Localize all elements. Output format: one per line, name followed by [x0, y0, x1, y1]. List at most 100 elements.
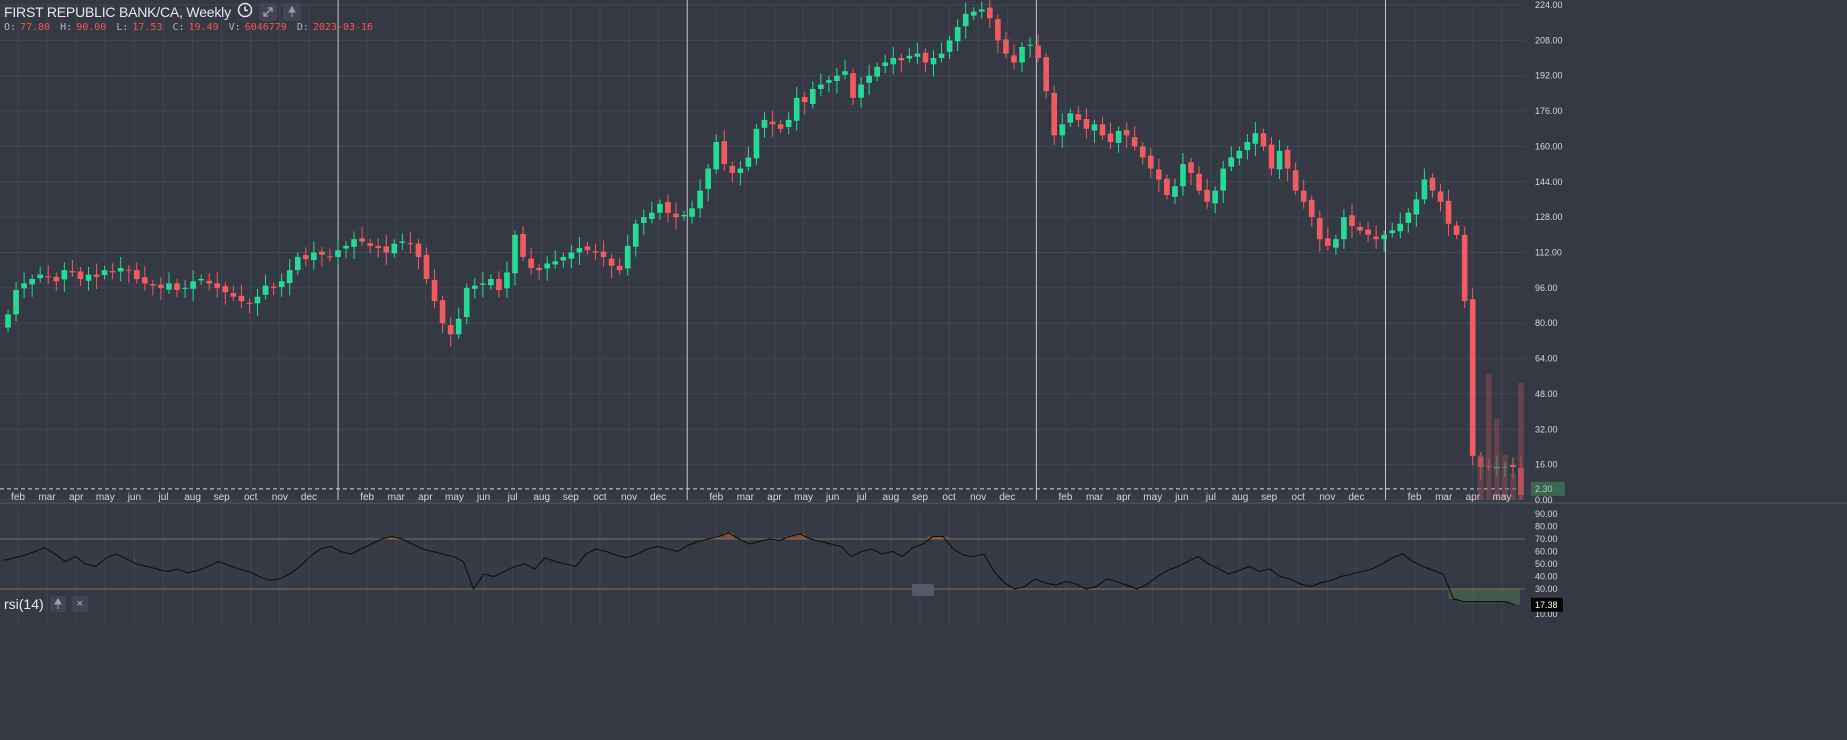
- candle-body: [1373, 236, 1379, 240]
- candle-body: [407, 243, 414, 245]
- candle-body: [327, 256, 333, 258]
- candle-body: [1381, 234, 1387, 240]
- candle-body: [1147, 155, 1154, 169]
- price-tick-label: 224.00: [1535, 0, 1563, 10]
- candle-body: [166, 283, 172, 290]
- candle-body: [383, 246, 390, 253]
- time-tick-label: mar: [38, 492, 56, 503]
- pin-icon[interactable]: [282, 3, 301, 21]
- time-tick-label: sep: [912, 492, 929, 503]
- rsi-line-path: [3, 532, 1515, 606]
- candle-body: [640, 217, 647, 223]
- candle-body: [1019, 46, 1025, 63]
- rsi-settings-icon[interactable]: [49, 596, 66, 612]
- volume-bar: [1494, 419, 1500, 500]
- time-tick-label: apr: [418, 492, 433, 503]
- candle-body: [182, 287, 188, 289]
- clock-icon[interactable]: [237, 2, 253, 23]
- candle-body: [1180, 164, 1186, 187]
- price-tick-label: 208.00: [1535, 35, 1563, 45]
- candle-body: [1268, 144, 1275, 169]
- last-price-label: 2.30: [1535, 484, 1553, 494]
- time-tick-label: nov: [1319, 492, 1335, 503]
- candle-body: [1043, 57, 1049, 92]
- rsi-tick-label: 70.00: [1535, 534, 1558, 544]
- candle-body: [351, 239, 357, 247]
- candle-body: [214, 283, 221, 288]
- low-key: L:: [116, 22, 129, 33]
- candle-body: [1107, 133, 1114, 143]
- time-tick-label: mar: [1086, 492, 1104, 503]
- candle-body: [914, 53, 921, 57]
- time-tick-label: aug: [184, 492, 201, 503]
- time-tick-label: mar: [388, 492, 406, 503]
- candle-body: [777, 124, 784, 129]
- candle-body: [834, 75, 840, 82]
- time-tick-label: dec: [301, 492, 317, 503]
- candle-body: [262, 285, 269, 295]
- candle-body: [1349, 215, 1355, 226]
- candle-body: [109, 271, 116, 273]
- time-tick-label: aug: [883, 492, 900, 503]
- rsi-oversold-fill: [1489, 589, 1500, 602]
- candle-body: [69, 271, 76, 273]
- candle-body: [150, 284, 156, 286]
- price-tick-label: 176.00: [1535, 106, 1563, 116]
- time-tick-label: oct: [942, 492, 956, 503]
- candle-body: [826, 80, 832, 83]
- candle-body: [512, 234, 518, 274]
- chart-header: FIRST REPUBLIC BANK/CA, Weekly: [4, 2, 301, 22]
- candle-body: [1228, 157, 1235, 167]
- candle-body: [858, 84, 864, 98]
- candle-body: [568, 252, 575, 259]
- candle-body: [938, 53, 945, 59]
- candle-body: [705, 168, 711, 189]
- expand-icon[interactable]: [258, 3, 277, 21]
- candle-body: [818, 84, 824, 89]
- candle-body: [600, 251, 607, 257]
- candle-body: [286, 270, 293, 283]
- open-key: O:: [4, 22, 17, 33]
- candle-body: [552, 261, 559, 265]
- candle-body: [375, 245, 382, 249]
- candle-body: [713, 142, 720, 170]
- time-tick-label: jun: [825, 492, 839, 503]
- candle-body: [463, 287, 470, 318]
- candle-body: [954, 27, 961, 42]
- symbol-title: FIRST REPUBLIC BANK/CA, Weekly: [4, 4, 231, 20]
- time-tick-label: aug: [533, 492, 550, 503]
- price-tick-label: 192.00: [1535, 71, 1563, 81]
- time-tick-label: apr: [767, 492, 782, 503]
- candle-body: [1051, 92, 1058, 136]
- rsi-close-icon[interactable]: ×: [71, 596, 88, 612]
- candle-body: [294, 256, 301, 271]
- rsi-header: rsi(14) ×: [4, 596, 88, 612]
- rsi-title: rsi(14): [4, 596, 44, 612]
- candle-body: [801, 96, 808, 103]
- price-chart[interactable]: 224.00 208.00 192.00 176.00 160.00 144.00 128.…: [0, 0, 1847, 740]
- time-tick-label: apr: [1116, 492, 1131, 503]
- candle-body: [1437, 191, 1444, 202]
- candle-body: [995, 19, 1001, 41]
- candle-body: [270, 286, 277, 288]
- time-tick-label: oct: [593, 492, 607, 503]
- pane-resize-handle[interactable]: [912, 584, 934, 596]
- candle-body: [1357, 226, 1363, 231]
- candle-body: [53, 276, 60, 282]
- candle-body: [230, 293, 237, 297]
- rsi-tick-label: 50.00: [1535, 559, 1558, 569]
- time-tick-label: aug: [1232, 492, 1249, 503]
- time-tick-label: sep: [563, 492, 580, 503]
- candle-body: [761, 119, 768, 128]
- candle-body: [125, 269, 132, 271]
- candle-body: [480, 283, 486, 285]
- time-tick-label: nov: [970, 492, 986, 503]
- candle-body: [1204, 189, 1210, 202]
- candle-body: [198, 279, 204, 281]
- time-axis: feb mar apr may jun jul aug sep oct nov dec feb mar a…: [11, 492, 1511, 503]
- candle-body: [1461, 234, 1468, 302]
- time-tick-label: feb: [360, 492, 374, 503]
- candle-body: [1099, 124, 1106, 136]
- candle-body: [455, 318, 462, 335]
- candle-body: [1011, 55, 1017, 63]
